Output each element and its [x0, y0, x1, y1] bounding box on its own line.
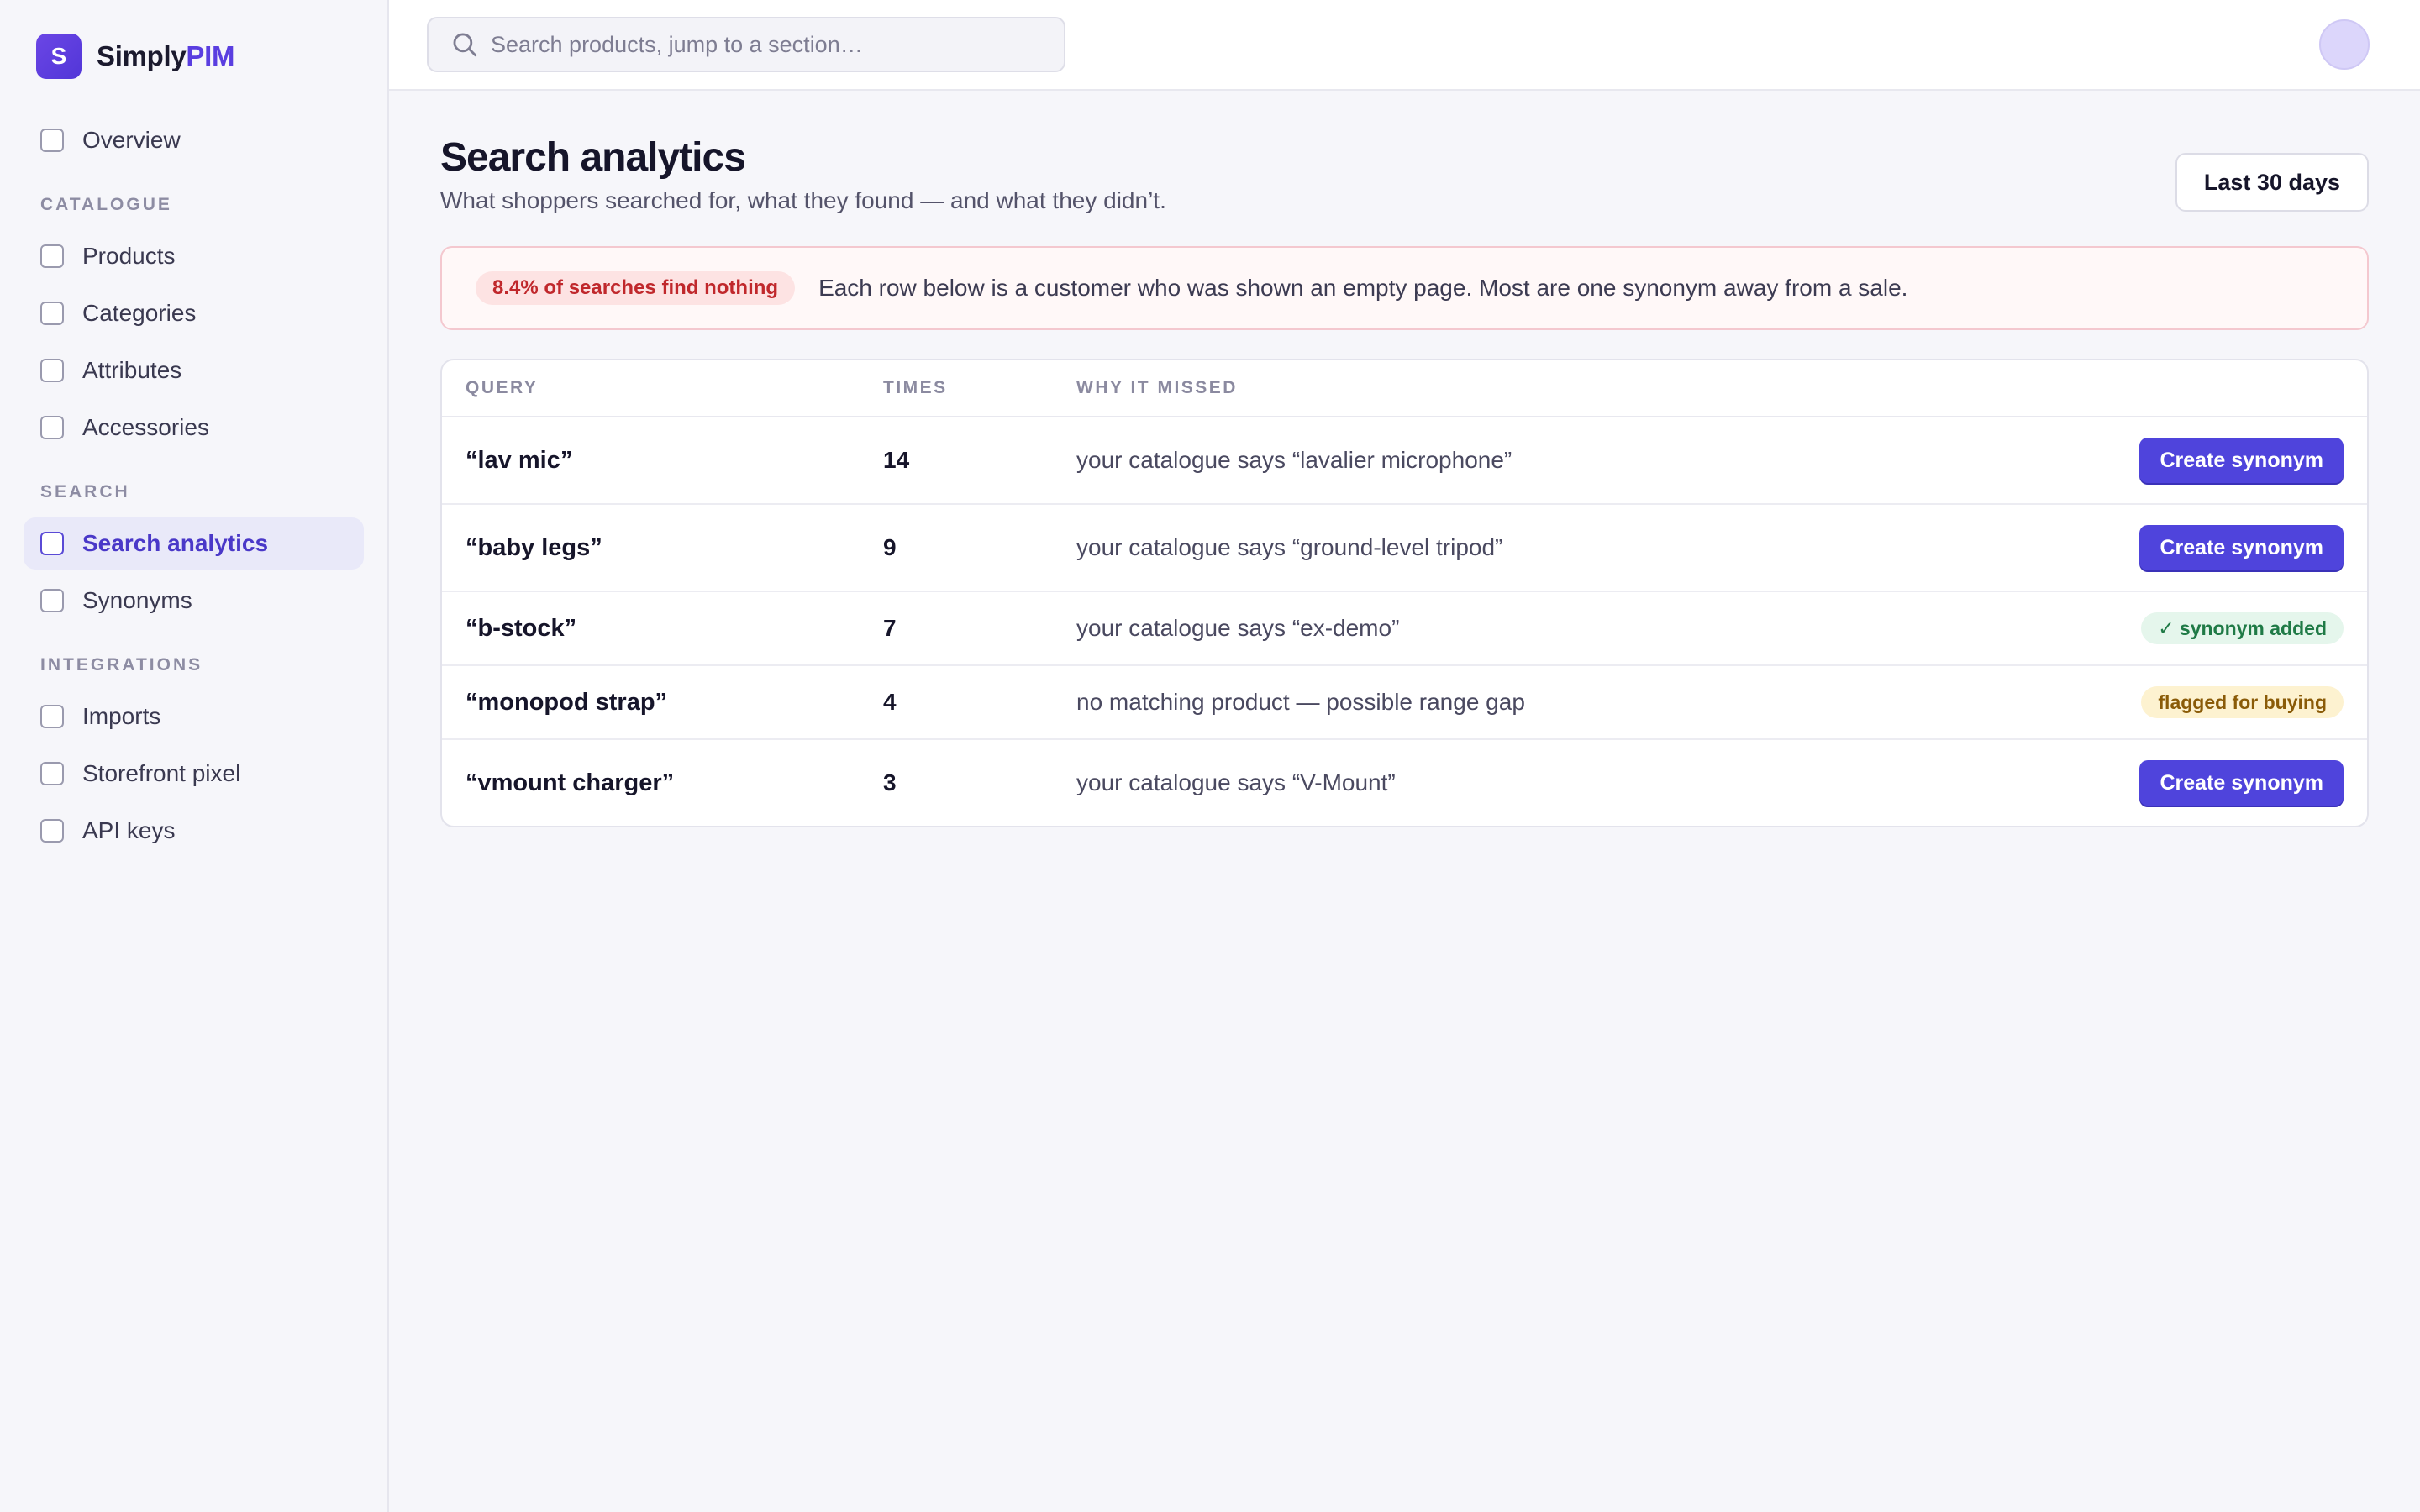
- why-cell: your catalogue says “lavalier microphone…: [1076, 447, 1512, 473]
- table-row: “b-stock” 7 your catalogue says “ex-demo…: [442, 592, 2367, 666]
- action-cell: Create synonym: [2098, 438, 2367, 483]
- why-cell: your catalogue says “ground-level tripod…: [1076, 534, 1503, 560]
- zero-results-banner: 8.4% of searches find nothing Each row b…: [440, 246, 2369, 330]
- create-synonym-button[interactable]: Create synonym: [2139, 438, 2344, 483]
- brand-name: SimplyPIM: [97, 40, 234, 72]
- column-header-query: QUERY: [466, 378, 539, 397]
- brand-name-part1: Simply: [97, 40, 187, 71]
- section-label-integrations: INTEGRATIONS: [40, 655, 203, 675]
- zero-results-badge: 8.4% of searches find nothing: [476, 271, 796, 305]
- action-cell: ✓ synonym added: [2098, 612, 2367, 644]
- query-cell: “lav mic”: [466, 446, 573, 474]
- brand[interactable]: S SimplyPIM: [36, 32, 364, 81]
- sidebar-item-attributes[interactable]: Attributes: [24, 344, 364, 396]
- table-row: “lav mic” 14 your catalogue says “lavali…: [442, 417, 2367, 505]
- sidebar-item-overview[interactable]: Overview: [24, 114, 364, 166]
- page-heading: Search analytics What shoppers searched …: [440, 134, 1166, 214]
- times-cell: 4: [883, 689, 897, 715]
- table-header: QUERY TIMES WHY IT MISSED: [442, 360, 2367, 417]
- why-cell: your catalogue says “V-Mount”: [1076, 769, 1396, 795]
- sidebar-item-label: Categories: [82, 300, 197, 326]
- sidebar-item-label: Attributes: [82, 357, 182, 383]
- sidebar-item-label: Synonyms: [82, 587, 192, 613]
- sidebar-item-label: API keys: [82, 817, 176, 843]
- sidebar-item-storefront-pixel[interactable]: Storefront pixel: [24, 748, 364, 800]
- flagged-for-buying-badge: flagged for buying: [2141, 686, 2344, 718]
- sidebar: S SimplyPIM Overview CATALOGUE Products …: [0, 0, 389, 1512]
- checkbox-icon: [40, 762, 64, 785]
- action-cell: Create synonym: [2098, 525, 2367, 570]
- create-synonym-button[interactable]: Create synonym: [2139, 760, 2344, 806]
- checkbox-icon: [40, 359, 64, 382]
- missed-searches-table: QUERY TIMES WHY IT MISSED “lav mic” 14 y…: [440, 359, 2369, 827]
- why-cell: your catalogue says “ex-demo”: [1076, 615, 1400, 641]
- section-label-search: SEARCH: [40, 482, 130, 501]
- app-shell: S SimplyPIM Overview CATALOGUE Products …: [0, 0, 2420, 1512]
- table-row: “baby legs” 9 your catalogue says “groun…: [442, 505, 2367, 592]
- page-subtitle: What shoppers searched for, what they fo…: [440, 187, 1166, 213]
- banner-text: Each row below is a customer who was sho…: [818, 275, 1908, 301]
- sidebar-item-label: Accessories: [82, 414, 209, 440]
- sidebar-item-label: Search analytics: [82, 530, 269, 556]
- search-icon: [453, 33, 477, 57]
- why-cell: no matching product — possible range gap: [1076, 689, 1525, 715]
- sidebar-item-imports[interactable]: Imports: [24, 690, 364, 743]
- column-header-times: TIMES: [883, 378, 948, 397]
- checkbox-icon: [40, 532, 64, 555]
- action-cell: flagged for buying: [2098, 686, 2367, 718]
- action-cell: Create synonym: [2098, 760, 2367, 806]
- sidebar-item-label: Storefront pixel: [82, 760, 241, 786]
- sidebar-item-api-keys[interactable]: API keys: [24, 805, 364, 857]
- logo-icon: S: [36, 34, 82, 79]
- times-cell: 3: [883, 769, 897, 795]
- checkbox-icon: [40, 244, 64, 268]
- page-header: Search analytics What shoppers searched …: [440, 134, 2369, 214]
- create-synonym-button[interactable]: Create synonym: [2139, 525, 2344, 570]
- checkbox-icon: [40, 819, 64, 843]
- times-cell: 7: [883, 615, 897, 641]
- brand-name-part2: PIM: [186, 40, 235, 71]
- topbar: [389, 0, 2420, 91]
- checkbox-icon: [40, 129, 64, 152]
- search-input[interactable]: [491, 31, 1037, 58]
- content: Search analytics What shoppers searched …: [389, 91, 2420, 827]
- sidebar-item-label: Products: [82, 243, 176, 269]
- query-cell: “b-stock”: [466, 614, 577, 642]
- sidebar-item-synonyms[interactable]: Synonyms: [24, 575, 364, 627]
- synonym-added-badge: ✓ synonym added: [2141, 612, 2344, 644]
- sidebar-item-search-analytics[interactable]: Search analytics: [24, 517, 364, 570]
- checkbox-icon: [40, 589, 64, 612]
- sidebar-nav: Overview CATALOGUE Products Categories A…: [24, 114, 364, 857]
- checkbox-icon: [40, 705, 64, 728]
- table-row: “vmount charger” 3 your catalogue says “…: [442, 740, 2367, 826]
- sidebar-item-categories[interactable]: Categories: [24, 287, 364, 339]
- search-box[interactable]: [427, 17, 1065, 72]
- sidebar-item-label: Imports: [82, 703, 161, 729]
- checkbox-icon: [40, 302, 64, 325]
- main-area: Search analytics What shoppers searched …: [389, 0, 2420, 1512]
- date-range-button[interactable]: Last 30 days: [2175, 153, 2369, 212]
- page-title: Search analytics: [440, 135, 746, 180]
- query-cell: “monopod strap”: [466, 688, 668, 716]
- table-row: “monopod strap” 4 no matching product — …: [442, 666, 2367, 740]
- times-cell: 14: [883, 447, 910, 473]
- checkbox-icon: [40, 416, 64, 439]
- column-header-why: WHY IT MISSED: [1076, 378, 1238, 397]
- times-cell: 9: [883, 534, 897, 560]
- query-cell: “baby legs”: [466, 533, 602, 561]
- query-cell: “vmount charger”: [466, 769, 675, 796]
- section-label-catalogue: CATALOGUE: [40, 195, 172, 214]
- sidebar-item-label: Overview: [82, 127, 181, 153]
- avatar[interactable]: [2319, 19, 2370, 70]
- sidebar-item-accessories[interactable]: Accessories: [24, 402, 364, 454]
- sidebar-item-products[interactable]: Products: [24, 230, 364, 282]
